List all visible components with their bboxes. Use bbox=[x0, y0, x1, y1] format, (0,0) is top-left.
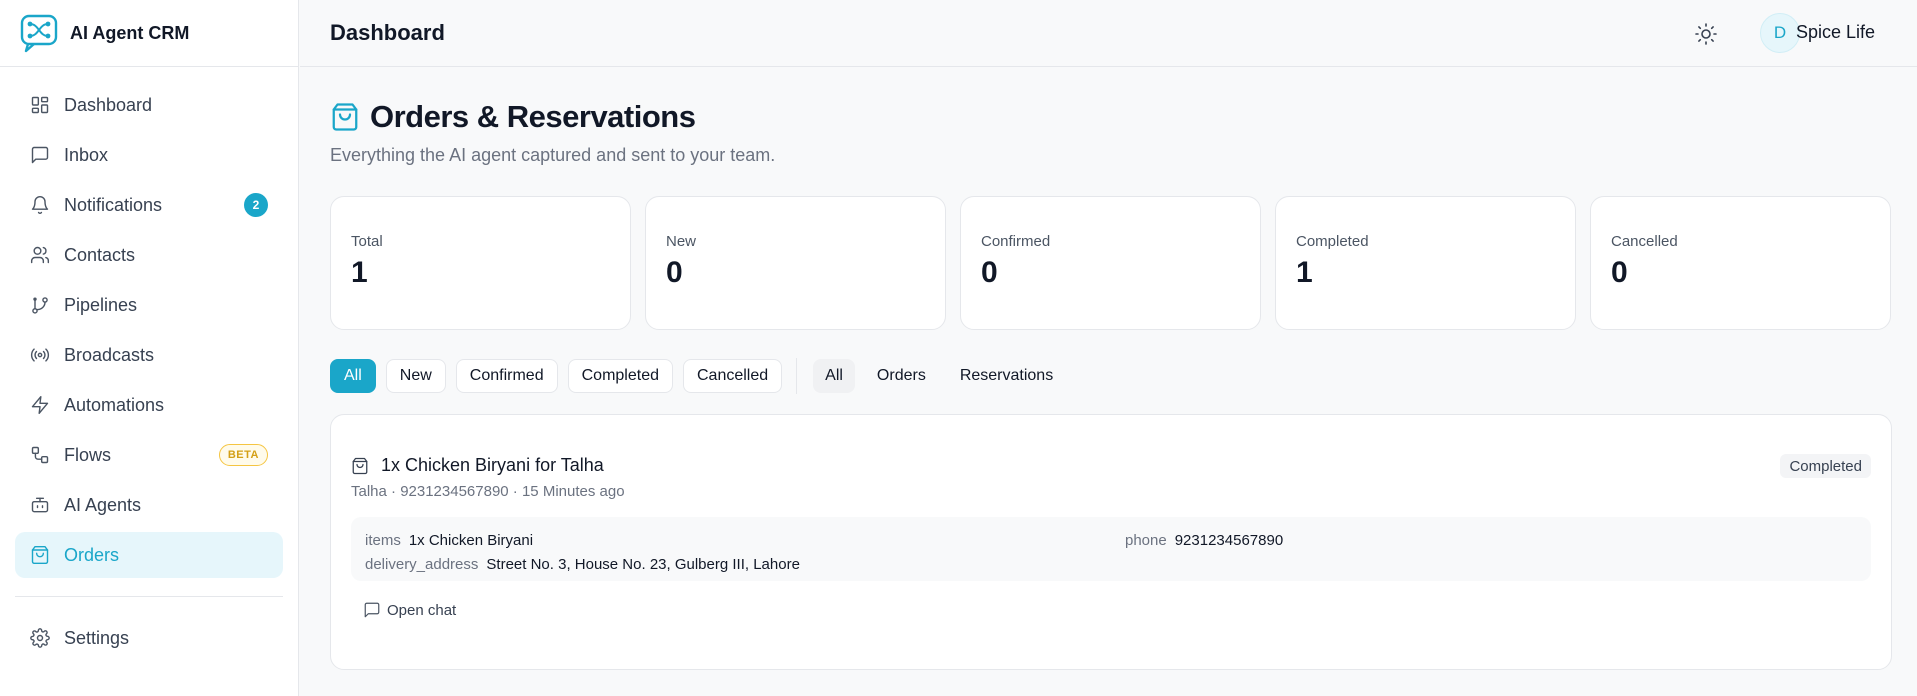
page-title: Orders & Reservations bbox=[370, 99, 696, 134]
sidebar-item-orders[interactable]: Orders bbox=[15, 532, 283, 578]
avatar[interactable]: D bbox=[1760, 13, 1800, 53]
sidebar-footer: Settings bbox=[0, 615, 298, 661]
sidebar-item-label: Notifications bbox=[64, 194, 163, 215]
sidebar-item-label: Contacts bbox=[64, 244, 136, 265]
status-filter-cancelled[interactable]: Cancelled bbox=[682, 359, 783, 393]
notification-count-badge: 2 bbox=[244, 193, 268, 217]
type-filter-reservations[interactable]: Reservations bbox=[948, 359, 1065, 393]
sidebar-item-label: AI Agents bbox=[64, 494, 142, 515]
sidebar-item-label: Dashboard bbox=[64, 94, 153, 115]
sidebar-item-label: Settings bbox=[64, 627, 130, 648]
detail-row-items: items 1x Chicken Biryani bbox=[365, 528, 1857, 552]
stat-value: 0 bbox=[981, 256, 998, 289]
header-title: Dashboard bbox=[330, 20, 445, 45]
filter-bar: All New Confirmed Completed Cancelled Al… bbox=[330, 358, 1892, 394]
bot-icon bbox=[30, 495, 50, 515]
stat-card-new: New 0 bbox=[645, 196, 946, 330]
sidebar: AI Agent CRM Dashboard Inbox Notificatio… bbox=[0, 0, 299, 696]
beta-tag: BETA bbox=[218, 444, 268, 466]
sidebar-item-contacts[interactable]: Contacts bbox=[15, 232, 283, 278]
order-title-row: 1x Chicken Biryani for Talha bbox=[351, 455, 1871, 476]
stat-card-confirmed: Confirmed 0 bbox=[960, 196, 1261, 330]
status-filter-confirmed[interactable]: Confirmed bbox=[455, 359, 558, 393]
shopping-bag-icon bbox=[30, 545, 50, 565]
status-filter-completed[interactable]: Completed bbox=[567, 359, 673, 393]
brand-name: AI Agent CRM bbox=[70, 22, 190, 43]
workflow-icon bbox=[30, 445, 50, 465]
detail-key: delivery_address bbox=[365, 555, 479, 573]
order-details: items 1x Chicken Biryani delivery_addres… bbox=[351, 517, 1871, 581]
open-chat-button[interactable]: Open chat bbox=[363, 601, 473, 619]
stat-label: Cancelled bbox=[1611, 233, 1678, 250]
message-icon bbox=[30, 145, 50, 165]
top-header: Dashboard D Spice Life bbox=[300, 0, 1917, 67]
gear-icon bbox=[30, 628, 50, 648]
sidebar-nav: Dashboard Inbox Notifications 2 Contacts… bbox=[0, 67, 298, 578]
order-meta: Talha · 9231234567890 · 15 Minutes ago bbox=[351, 483, 625, 500]
brand[interactable]: AI Agent CRM bbox=[0, 0, 298, 67]
shopping-bag-icon bbox=[351, 457, 369, 475]
stat-value: 0 bbox=[1611, 256, 1628, 289]
type-filter-orders[interactable]: Orders bbox=[865, 359, 938, 393]
dashboard-icon bbox=[30, 95, 50, 115]
type-filter-all[interactable]: All bbox=[813, 359, 855, 393]
main-content: Orders & Reservations Everything the AI … bbox=[330, 67, 1892, 670]
stat-value: 1 bbox=[351, 256, 368, 289]
detail-row-phone: phone 9231234567890 bbox=[1125, 528, 1283, 552]
sidebar-item-pipelines[interactable]: Pipelines bbox=[15, 282, 283, 328]
sidebar-item-dashboard[interactable]: Dashboard bbox=[15, 82, 283, 128]
filter-divider bbox=[796, 358, 798, 394]
sidebar-item-label: Broadcasts bbox=[64, 344, 155, 365]
status-filter-new[interactable]: New bbox=[385, 359, 446, 393]
sidebar-item-label: Orders bbox=[64, 544, 120, 565]
sidebar-item-label: Pipelines bbox=[64, 294, 138, 315]
stat-label: Total bbox=[351, 233, 383, 250]
stat-value: 0 bbox=[666, 256, 683, 289]
sidebar-item-label: Automations bbox=[64, 394, 165, 415]
stat-value: 1 bbox=[1296, 256, 1313, 289]
sidebar-item-broadcasts[interactable]: Broadcasts bbox=[15, 332, 283, 378]
sidebar-item-notifications[interactable]: Notifications 2 bbox=[15, 182, 283, 228]
detail-value: 1x Chicken Biryani bbox=[408, 531, 534, 549]
sun-icon bbox=[1695, 23, 1717, 45]
bell-icon bbox=[30, 195, 50, 215]
sidebar-item-label: Flows bbox=[64, 444, 112, 465]
sidebar-item-ai-agents[interactable]: AI Agents bbox=[15, 482, 283, 528]
sidebar-divider bbox=[15, 596, 283, 597]
stat-card-completed: Completed 1 bbox=[1275, 196, 1576, 330]
sidebar-item-label: Inbox bbox=[64, 144, 109, 165]
detail-key: phone bbox=[1125, 531, 1167, 549]
detail-value: 9231234567890 bbox=[1174, 531, 1284, 549]
stat-card-total: Total 1 bbox=[330, 196, 631, 330]
radio-icon bbox=[30, 345, 50, 365]
sidebar-item-settings[interactable]: Settings bbox=[15, 615, 283, 661]
stat-label: Confirmed bbox=[981, 233, 1051, 250]
message-icon bbox=[364, 602, 380, 618]
status-filter-all[interactable]: All bbox=[330, 359, 376, 393]
stats-row: Total 1 New 0 Confirmed 0 Completed 1 Ca… bbox=[330, 196, 1892, 330]
stat-card-cancelled: Cancelled 0 bbox=[1590, 196, 1891, 330]
page-subtitle: Everything the AI agent captured and sen… bbox=[330, 145, 776, 165]
theme-toggle-button[interactable] bbox=[1690, 18, 1722, 50]
status-badge: Completed bbox=[1780, 454, 1871, 478]
stat-label: New bbox=[666, 233, 697, 250]
order-title: 1x Chicken Biryani for Talha bbox=[381, 455, 604, 475]
order-card[interactable]: 1x Chicken Biryani for Talha Completed T… bbox=[330, 414, 1892, 670]
detail-key: items bbox=[365, 531, 401, 549]
sidebar-item-automations[interactable]: Automations bbox=[15, 382, 283, 428]
brand-logo-icon bbox=[20, 13, 60, 53]
detail-value: Street No. 3, House No. 23, Gulberg III,… bbox=[486, 555, 800, 573]
open-chat-label: Open chat bbox=[387, 601, 457, 619]
detail-row-address: delivery_address Street No. 3, House No.… bbox=[365, 552, 1857, 576]
git-branch-icon bbox=[30, 295, 50, 315]
stat-label: Completed bbox=[1296, 233, 1369, 250]
shopping-bag-icon bbox=[330, 102, 360, 132]
user-name[interactable]: Spice Life bbox=[1796, 22, 1875, 43]
users-icon bbox=[30, 245, 50, 265]
zap-icon bbox=[30, 395, 50, 415]
sidebar-item-inbox[interactable]: Inbox bbox=[15, 132, 283, 178]
sidebar-item-flows[interactable]: Flows BETA bbox=[15, 432, 283, 478]
page-heading: Orders & Reservations bbox=[330, 99, 1892, 135]
